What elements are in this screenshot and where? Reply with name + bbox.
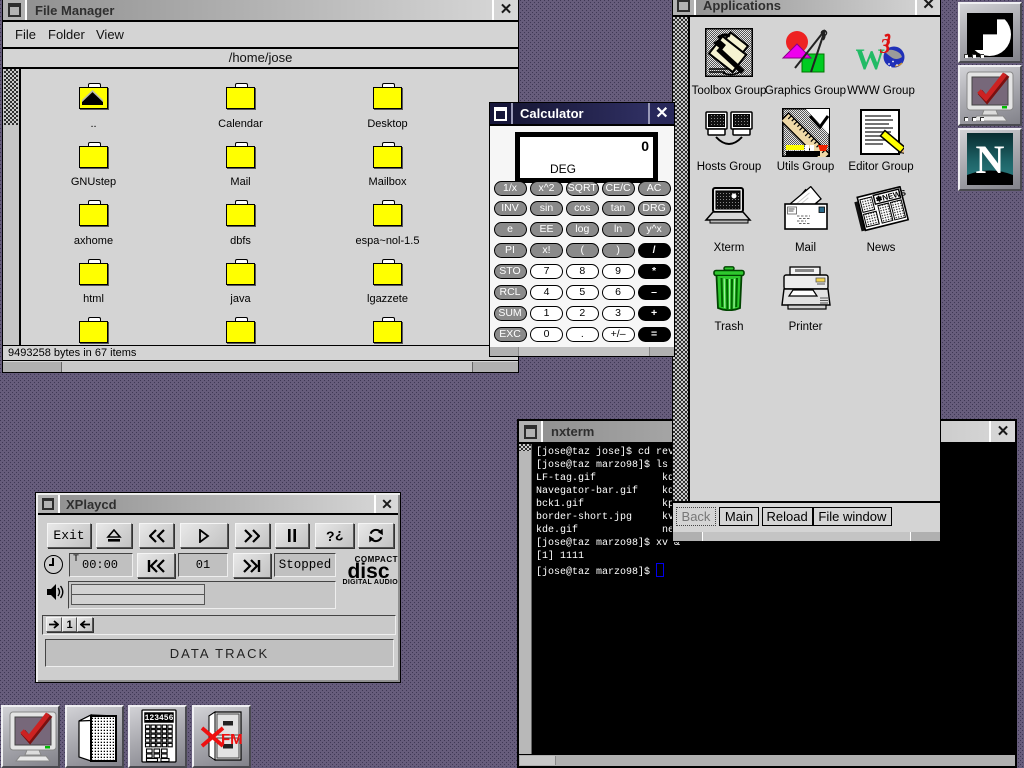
svg-text:123456: 123456 <box>145 714 174 723</box>
svg-text:N: N <box>976 137 1005 182</box>
svg-text:FM: FM <box>221 731 243 748</box>
